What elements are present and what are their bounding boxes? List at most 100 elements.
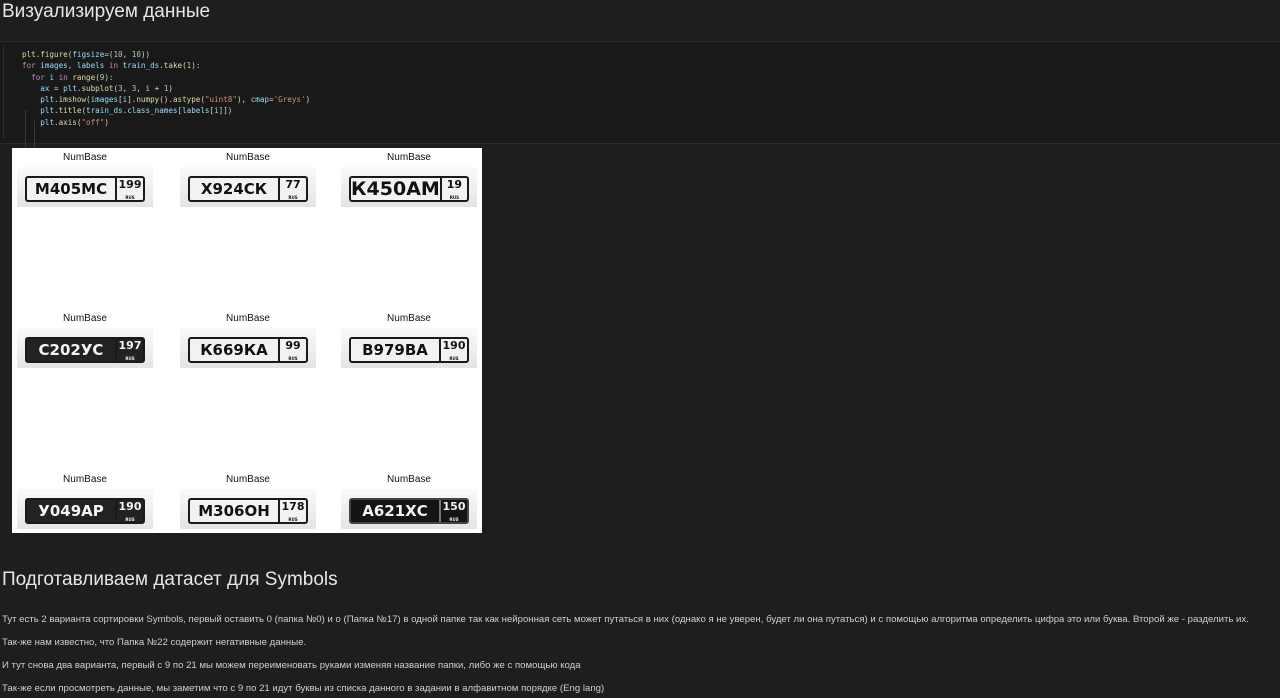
- subplot-title: NumBase: [226, 474, 270, 485]
- paragraph: Так-же нам известно, что Папка №22 содер…: [2, 637, 307, 648]
- code-line: plt.figure(figsize=(10, 10)): [22, 49, 310, 60]
- code-token: ): [168, 83, 173, 93]
- plate-rus-label: RUS: [449, 356, 459, 361]
- code-token: ]]): [218, 106, 233, 116]
- plate-region-code: 197: [118, 339, 142, 352]
- license-plate: А621ХС 150 RUS: [349, 498, 469, 524]
- plate-region-code: 77: [285, 178, 301, 191]
- subplot: NumBase К450АМ 19 RUS: [341, 151, 477, 207]
- code-cell[interactable]: plt.figure(figsize=(10, 10)) for images, …: [0, 41, 1280, 171]
- license-plate: Х924СК 77 RUS: [188, 176, 308, 202]
- plate-number: М405МС: [34, 180, 108, 198]
- subplot-title: NumBase: [63, 474, 107, 485]
- paragraph: Так-же если просмотреть данные, мы замет…: [2, 683, 605, 694]
- license-plate-image: В979ВА 190 RUS: [341, 328, 477, 368]
- plate-region: 199 RUS: [115, 178, 143, 200]
- subplot: NumBase М306ОН 178 RUS: [180, 473, 316, 529]
- code-token: =: [49, 83, 64, 93]
- paragraph: И тут снова два варианта, первый с 9 по …: [2, 660, 581, 671]
- license-plate: К450АМ 19 RUS: [349, 176, 469, 202]
- license-plate-image: М306ОН 178 RUS: [180, 489, 316, 529]
- code-token: +: [150, 83, 164, 93]
- plate-rus-label: RUS: [125, 356, 135, 361]
- code-token: "uint8": [204, 95, 237, 105]
- plate-region-code: 150: [442, 500, 466, 513]
- subplot-title: NumBase: [387, 474, 431, 485]
- code-token: numpy: [136, 95, 160, 105]
- subplot: NumBase М405МС 199 RUS: [17, 151, 153, 207]
- plate-region: 19 RUS: [439, 178, 467, 200]
- code-token: ): [305, 95, 311, 105]
- code-token: range: [72, 72, 96, 82]
- code-token: ):: [104, 72, 114, 82]
- code-line: plt.title(train_ds.class_names[labels[i]…: [22, 105, 310, 116]
- license-plate-image: М405МС 199 RUS: [17, 167, 153, 207]
- code-token: ,: [67, 61, 77, 71]
- subplot-title: NumBase: [387, 313, 431, 324]
- subplot: NumBase У049АР 190 RUS: [17, 473, 153, 529]
- section-heading-visualize: Визуализируем данные: [2, 1, 211, 22]
- code-token: 10: [131, 50, 141, 59]
- subplot-title: NumBase: [226, 313, 270, 324]
- license-plate-image: А621ХС 150 RUS: [341, 489, 477, 529]
- license-plate-image: С202УС 197 RUS: [17, 328, 153, 368]
- subplot: NumBase А621ХС 150 RUS: [341, 473, 477, 529]
- code-token: axis: [58, 117, 77, 127]
- plate-region: 77 RUS: [278, 178, 306, 200]
- code-token: ,: [122, 83, 132, 93]
- code-token: subplot: [81, 83, 114, 93]
- plate-number: К450АМ: [351, 178, 440, 200]
- plate-region: 99 RUS: [278, 339, 306, 361]
- subplot: NumBase В979ВА 190 RUS: [341, 312, 477, 368]
- plate-region-code: 19: [446, 178, 463, 191]
- plate-region-code: 190: [118, 500, 142, 513]
- code-token: in: [58, 72, 68, 82]
- code-token: ): [104, 117, 109, 127]
- code-token: train_ds: [122, 61, 160, 71]
- plate-region: 150 RUS: [439, 500, 467, 522]
- plate-region: 190 RUS: [115, 500, 143, 522]
- plate-rus-label: RUS: [288, 356, 298, 361]
- code-token: plt: [40, 117, 55, 127]
- plate-number: К669КА: [200, 341, 268, 359]
- code-token: 'Greys': [273, 95, 306, 105]
- code-token: cmap: [250, 95, 269, 105]
- license-plate: У049АР 190 RUS: [25, 498, 145, 524]
- plate-rus-label: RUS: [125, 195, 135, 200]
- plate-number: В979ВА: [362, 341, 428, 359]
- code-token: ,: [122, 50, 132, 59]
- license-plate: К669КА 99 RUS: [188, 337, 308, 363]
- code-token: for: [22, 61, 36, 71]
- license-plate-image: У049АР 190 RUS: [17, 489, 153, 529]
- plate-region-code: 199: [118, 178, 142, 191]
- plate-rus-label: RUS: [288, 195, 298, 200]
- license-plate: М405МС 199 RUS: [25, 176, 145, 202]
- code-line: for i in range(9):: [22, 72, 310, 83]
- code-token: ),: [236, 95, 251, 105]
- subplot: NumBase Х924СК 77 RUS: [180, 151, 316, 207]
- license-plate-image: Х924СК 77 RUS: [180, 167, 316, 207]
- plate-region: 197 RUS: [115, 339, 143, 361]
- subplot: NumBase С202УС 197 RUS: [17, 312, 153, 368]
- paragraph: Тут есть 2 варианта сортировки Symbols, …: [2, 614, 1249, 625]
- code-gutter: [3, 46, 4, 138]
- code-editor[interactable]: plt.figure(figsize=(10, 10)) for images, …: [22, 49, 310, 128]
- plate-region-code: 190: [442, 339, 466, 352]
- code-token: class_names: [127, 106, 178, 116]
- code-token: ().: [159, 95, 173, 105]
- code-token: plt.figure: [22, 50, 68, 59]
- code-token: images: [90, 95, 119, 105]
- matplotlib-figure: NumBase М405МС 199 RUS NumBase Х924СК 77 RUS Num…: [12, 148, 482, 533]
- plate-rus-label: RUS: [125, 517, 135, 522]
- plate-number: У049АР: [38, 502, 104, 520]
- plate-number: А621ХС: [362, 502, 428, 520]
- code-token: ):: [191, 61, 201, 71]
- plate-number: С202УС: [38, 341, 104, 359]
- subplot-title: NumBase: [387, 152, 431, 163]
- license-plate: В979ВА 190 RUS: [349, 337, 469, 363]
- subplot-title: NumBase: [63, 152, 107, 163]
